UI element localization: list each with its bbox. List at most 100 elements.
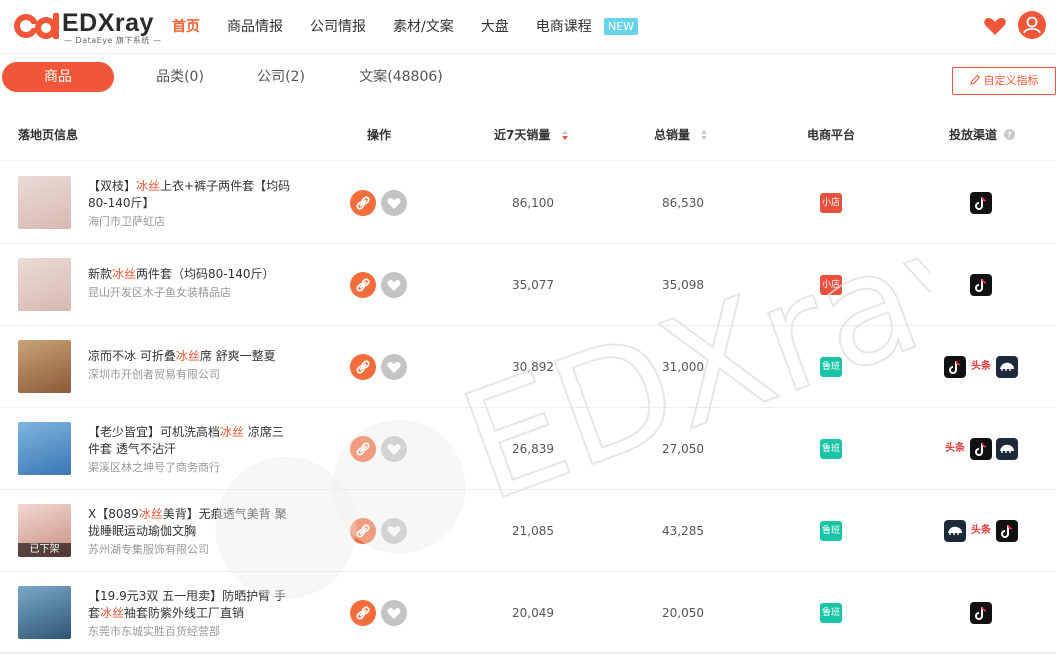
category-tabs: 商品(21470) 品类(0) 公司(2) 文案(48806) 自定义指标	[0, 54, 1056, 115]
offshelf-label: 已下架	[18, 543, 71, 557]
bh-app-icon	[996, 438, 1018, 460]
title-text: X【8089	[88, 507, 139, 521]
sales-7d-value: 21,085	[512, 524, 554, 538]
table-row[interactable]: 已下架 X【8089冰丝美背】无痕透气美背 聚拢睡眠运动瑜伽文胸 苏州湖专集服饰有限…	[0, 490, 1056, 572]
product-thumbnail[interactable]	[18, 586, 71, 639]
tab-products[interactable]: 商品(21470)	[2, 62, 114, 115]
help-icon[interactable]: ?	[1004, 129, 1016, 140]
shop-name[interactable]: 东莞市东城实胜百货经营部	[88, 623, 220, 639]
open-link-button[interactable]	[350, 600, 376, 626]
tab-companies[interactable]: 公司(2)	[244, 62, 318, 92]
product-title[interactable]: 【老少皆宜】可机洗高档冰丝 凉席三件套 透气不沾汗	[88, 424, 293, 458]
heart-icon	[387, 280, 401, 291]
title-text: 【双枝】	[88, 179, 137, 193]
product-thumbnail[interactable]	[18, 176, 71, 229]
favorite-button[interactable]	[381, 272, 407, 298]
platform-badge: 鲁班	[820, 357, 842, 377]
col-sales-7d[interactable]: 近7天销量	[494, 110, 569, 161]
sort-icon[interactable]	[700, 129, 708, 141]
product-title[interactable]: 凉而不冰 可折叠冰丝席 舒爽一整夏	[88, 348, 293, 365]
platform-badge: 鲁班	[820, 521, 842, 541]
sales-7d-value: 30,892	[512, 360, 554, 374]
nav-courses[interactable]: 电商课程	[536, 0, 592, 54]
nav-materials[interactable]: 素材/文案	[393, 0, 454, 54]
total-sales-value: 35,098	[662, 278, 704, 292]
table-row[interactable]: 新款冰丝两件套（均码80-140斤） 昆山开发区木子鱼女装精品店 35,077 35,…	[0, 244, 1056, 326]
douyin-icon	[970, 438, 992, 460]
favorite-button[interactable]	[381, 518, 407, 544]
product-thumbnail[interactable]: 已下架	[18, 504, 71, 557]
edxray-logo[interactable]: EDXray — DataEye 旗下系统 —	[12, 7, 162, 45]
product-title[interactable]: 新款冰丝两件套（均码80-140斤）	[88, 266, 293, 283]
product-title[interactable]: 【19.9元3双 五一甩卖】防晒护臂 手套冰丝袖套防紫外线工厂直销	[88, 588, 293, 622]
product-thumbnail[interactable]	[18, 422, 71, 475]
toutiao-icon: 头条	[970, 356, 992, 378]
favorite-button[interactable]	[381, 190, 407, 216]
open-link-button[interactable]	[350, 272, 376, 298]
col-operation: 操作	[367, 128, 392, 142]
title-text: 新款	[88, 267, 113, 281]
col-total-sales-label: 总销量	[654, 128, 691, 142]
nav-product-intel[interactable]: 商品情报	[227, 0, 283, 54]
favorite-button[interactable]	[381, 354, 407, 380]
link-icon	[356, 360, 370, 374]
user-icon	[1023, 16, 1041, 34]
shop-name[interactable]: 海门市卫萨虹店	[88, 213, 165, 229]
nav-market[interactable]: 大盘	[481, 0, 509, 54]
open-link-button[interactable]	[350, 354, 376, 380]
col-channel-label: 投放渠道	[949, 128, 998, 142]
title-keyword-highlight: 冰丝	[112, 267, 137, 281]
bh-app-icon	[944, 520, 966, 542]
table-header: 落地页信息 操作 近7天销量 总销量 电商平台 投放渠道 ?	[0, 110, 1056, 161]
tab-copywriting[interactable]: 文案(48806)	[346, 62, 456, 92]
product-thumbnail[interactable]	[18, 258, 71, 311]
link-icon	[356, 442, 370, 456]
product-thumbnail[interactable]	[18, 340, 71, 393]
favorite-button[interactable]	[381, 600, 407, 626]
douyin-icon	[944, 356, 966, 378]
title-keyword-highlight: 冰丝	[138, 507, 163, 521]
open-link-button[interactable]	[350, 190, 376, 216]
table-row[interactable]: 【老少皆宜】可机洗高档冰丝 凉席三件套 透气不沾汗 渠溪区林之坤号了商务商行 26,…	[0, 408, 1056, 490]
nav-company-intel[interactable]: 公司情报	[310, 0, 366, 54]
title-keyword-highlight: 冰丝	[136, 179, 161, 193]
total-sales-value: 86,530	[662, 196, 704, 210]
brand-name: EDXray	[62, 9, 154, 37]
title-text: 两件套（均码80-140斤）	[136, 267, 275, 281]
table-row[interactable]: 凉而不冰 可折叠冰丝席 舒爽一整夏 深圳市开创者贸易有限公司 30,892 31,00…	[0, 326, 1056, 408]
col-landing-info: 落地页信息	[18, 128, 79, 142]
product-title[interactable]: 【双枝】冰丝上衣+裤子两件套【均码80-140斤】	[88, 178, 293, 212]
sort-desc-icon[interactable]	[561, 129, 569, 141]
heart-icon	[387, 198, 401, 209]
total-sales-value: 27,050	[662, 442, 704, 456]
col-total-sales[interactable]: 总销量	[654, 110, 708, 161]
product-title[interactable]: X【8089冰丝美背】无痕透气美背 聚拢睡眠运动瑜伽文胸	[88, 506, 293, 540]
custom-metrics-label: 自定义指标	[983, 74, 1039, 87]
top-header: EDXray — DataEye 旗下系统 — 首页 商品情报 公司情报 素材/…	[0, 0, 1056, 54]
brand-subtitle: — DataEye 旗下系统 —	[64, 36, 162, 45]
total-sales-value: 43,285	[662, 524, 704, 538]
main-nav: 首页 商品情报 公司情报 素材/文案 大盘 电商课程 NEW	[172, 0, 639, 54]
link-icon	[356, 278, 370, 292]
douyin-icon	[970, 602, 992, 624]
favorites-heart-icon[interactable]	[982, 13, 1008, 39]
shop-name[interactable]: 渠溪区林之坤号了商务商行	[88, 459, 220, 475]
custom-metrics-button[interactable]: 自定义指标	[952, 67, 1056, 95]
table-row[interactable]: 【19.9元3双 五一甩卖】防晒护臂 手套冰丝袖套防紫外线工厂直销 东莞市东城实胜…	[0, 572, 1056, 654]
total-sales-value: 20,050	[662, 606, 704, 620]
table-row[interactable]: 【双枝】冰丝上衣+裤子两件套【均码80-140斤】 海门市卫萨虹店 86,100 86…	[0, 162, 1056, 244]
title-text: 袖套防紫外线工厂直销	[124, 606, 245, 620]
shop-name[interactable]: 深圳市开创者贸易有限公司	[88, 366, 220, 382]
title-keyword-highlight: 冰丝	[100, 606, 125, 620]
shop-name[interactable]: 昆山开发区木子鱼女装精品店	[88, 284, 231, 300]
shop-name[interactable]: 苏州湖专集服饰有限公司	[88, 541, 209, 557]
sales-7d-value: 86,100	[512, 196, 554, 210]
nav-home[interactable]: 首页	[172, 0, 200, 54]
favorite-button[interactable]	[381, 436, 407, 462]
open-link-button[interactable]	[350, 518, 376, 544]
heart-icon	[387, 362, 401, 373]
tab-categories[interactable]: 品类(0)	[140, 62, 220, 92]
open-link-button[interactable]	[350, 436, 376, 462]
user-avatar[interactable]	[1018, 11, 1046, 39]
title-keyword-highlight: 冰丝	[220, 425, 245, 439]
